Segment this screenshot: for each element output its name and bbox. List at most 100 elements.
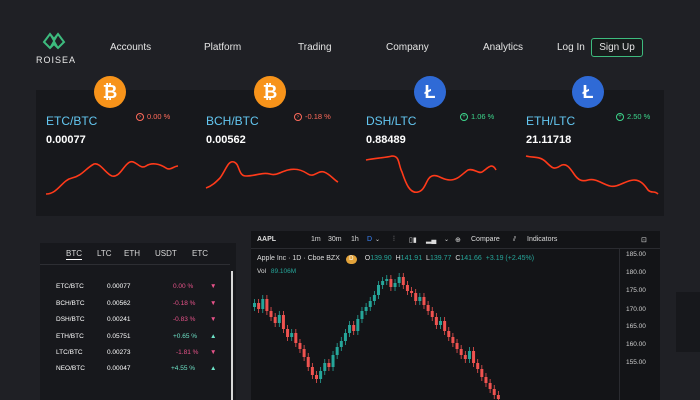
- symbol-selector[interactable]: AAPL: [257, 236, 276, 243]
- y-tick: 175.00: [626, 287, 646, 294]
- row-pair: NEO/BTC: [56, 365, 85, 372]
- bar-style-icon[interactable]: ⫶: [393, 236, 395, 244]
- y-tick: 180.00: [626, 269, 646, 276]
- candlestick-chart[interactable]: [251, 271, 619, 400]
- chevron-down-icon[interactable]: ⌄: [375, 236, 380, 243]
- pair-label: ETC/BTC: [46, 114, 98, 128]
- logo-icon[interactable]: [36, 28, 72, 52]
- candle: [356, 319, 360, 331]
- candle: [459, 349, 463, 355]
- plus-circle-icon[interactable]: ⊕: [455, 236, 461, 244]
- candle: [381, 281, 385, 285]
- tab-btc[interactable]: BTC: [66, 249, 82, 260]
- market-row[interactable]: DSH/BTC 0.00241 -0.83 % ▼: [40, 316, 230, 332]
- down-triangle-icon: ▼: [210, 316, 217, 323]
- market-row[interactable]: ETH/BTC 0.05751 +0.65 % ▲: [40, 333, 230, 349]
- camera-icon[interactable]: ⊡: [641, 236, 647, 244]
- candle: [476, 363, 480, 369]
- market-row[interactable]: ETC/BTC 0.00077 0.00 % ▼: [40, 283, 230, 299]
- interval-1m[interactable]: 1m: [311, 236, 321, 243]
- candle: [294, 333, 298, 343]
- ticker-card[interactable]: ₿ BCH/BTC › -0.18 % 0.00562: [196, 76, 343, 204]
- candle: [257, 303, 261, 309]
- candle: [348, 325, 352, 333]
- row-price: 0.00077: [107, 283, 131, 290]
- indicators-icon[interactable]: ⫽: [513, 236, 516, 244]
- market-row[interactable]: NEO/BTC 0.00047 +4.55 % ▲: [40, 365, 230, 381]
- candle: [286, 329, 290, 337]
- interval-1h[interactable]: 1h: [351, 236, 359, 243]
- y-tick: 170.00: [626, 306, 646, 313]
- candle: [277, 315, 281, 323]
- ticker-card[interactable]: Ł DSH/LTC +1.06 % 0.88489: [356, 76, 503, 204]
- candle: [360, 311, 364, 319]
- tab-eth[interactable]: ETH: [124, 249, 140, 258]
- candle: [310, 367, 314, 375]
- row-pair: LTC/BTC: [56, 349, 83, 356]
- tab-usdt[interactable]: USDT: [155, 249, 177, 258]
- row-price: 0.00047: [107, 365, 131, 372]
- close-value: 141.66: [460, 255, 482, 262]
- candle: [327, 363, 331, 367]
- row-change: -1.81 %: [176, 349, 199, 356]
- nav-platform[interactable]: Platform: [204, 42, 241, 53]
- area-chart-icon[interactable]: ▂▄: [426, 236, 436, 244]
- price-label: 0.00077: [46, 134, 86, 146]
- nav-company[interactable]: Company: [386, 42, 429, 53]
- chevron-down-icon[interactable]: ⌄: [444, 236, 449, 243]
- candle: [472, 351, 476, 363]
- high-value: 141.91: [400, 255, 423, 262]
- y-tick: 185.00: [626, 251, 646, 258]
- interval-30m[interactable]: 30m: [328, 236, 342, 243]
- compare-button[interactable]: Compare: [471, 236, 500, 243]
- candle: [455, 343, 459, 349]
- sparkline-chart: [205, 160, 339, 189]
- up-triangle-icon: ▲: [210, 333, 217, 340]
- nav-analytics[interactable]: Analytics: [483, 42, 523, 53]
- row-change: 0.00 %: [173, 283, 194, 290]
- down-circle-icon: ›: [136, 113, 144, 122]
- down-triangle-icon: ▼: [210, 300, 217, 307]
- low-value: 139.77: [429, 255, 452, 262]
- ticker-card[interactable]: Ł ETH/LTC +2.50 % 21.11718: [516, 76, 663, 204]
- chart-toolbar: AAPL 1m 30m 1h D ⌄ ⫶ ▯▮ ▂▄ ⌄ ⊕ Compare ⫽…: [251, 231, 660, 249]
- market-row[interactable]: BCH/BTC 0.00562 -0.18 % ▼: [40, 300, 230, 316]
- interval-d[interactable]: D: [367, 236, 372, 243]
- nav-trading[interactable]: Trading: [298, 42, 332, 53]
- candle: [306, 357, 310, 367]
- candle: [426, 305, 430, 311]
- candle: [414, 293, 418, 301]
- down-triangle-icon: ▼: [210, 349, 217, 356]
- signup-button[interactable]: Sign Up: [591, 38, 643, 57]
- ticker-card[interactable]: ₿ ETC/BTC › 0.00 % 0.00077: [36, 76, 183, 204]
- pair-label: BCH/BTC: [206, 114, 259, 128]
- row-price: 0.00241: [107, 316, 131, 323]
- tab-etc[interactable]: ETC: [192, 249, 208, 258]
- scrollbar[interactable]: [231, 271, 233, 400]
- candle: [451, 337, 455, 343]
- indicators-button[interactable]: Indicators: [527, 236, 557, 243]
- y-tick: 155.00: [626, 359, 646, 366]
- nav-accounts[interactable]: Accounts: [110, 42, 151, 53]
- candle: [253, 303, 256, 307]
- row-pair: ETC/BTC: [56, 283, 84, 290]
- candle: [372, 295, 376, 301]
- change-label: › -0.18 %: [294, 112, 331, 122]
- candles-icon[interactable]: ▯▮: [409, 236, 417, 244]
- price-label: 0.00562: [206, 134, 246, 146]
- sparkline-chart: [45, 160, 179, 195]
- candle: [261, 299, 265, 309]
- candle: [401, 277, 405, 285]
- candle: [323, 363, 327, 371]
- row-price: 0.00562: [107, 300, 131, 307]
- ticker-cards: ₿ ETC/BTC › 0.00 % 0.00077 ₿ BCH/BTC › -0.…: [36, 76, 664, 216]
- down-circle-icon: ›: [294, 113, 302, 122]
- candle: [463, 355, 467, 359]
- candle: [488, 383, 492, 389]
- tab-ltc[interactable]: LTC: [97, 249, 112, 258]
- market-row[interactable]: LTC/BTC 0.00273 -1.81 % ▼: [40, 349, 230, 365]
- down-triangle-icon: ▼: [210, 283, 217, 290]
- up-circle-icon: +: [616, 113, 624, 122]
- login-button[interactable]: Log In: [557, 42, 585, 53]
- bitcoin-icon: ₿: [94, 76, 126, 108]
